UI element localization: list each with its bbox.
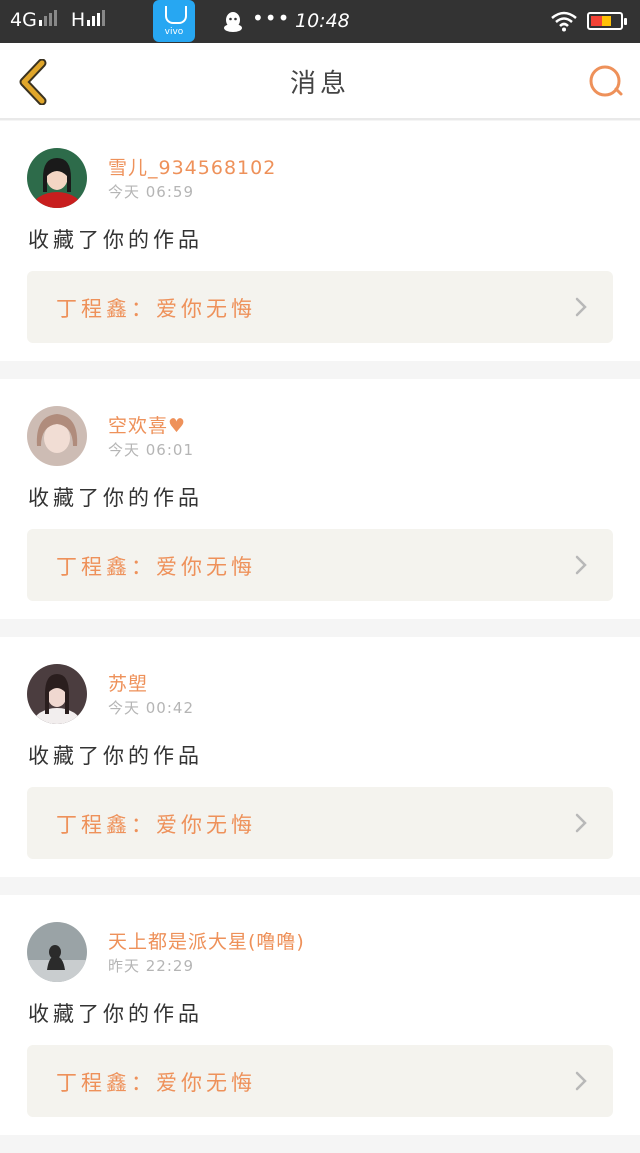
username[interactable]: 天上都是派大星(噜噜)	[108, 927, 305, 954]
action-text: 收藏了你的作品	[28, 1002, 203, 1026]
clock: 10:48	[295, 10, 350, 32]
avatar[interactable]	[27, 406, 87, 466]
work-title: 丁程鑫：爱你无悔	[56, 555, 256, 579]
message-time: 昨天 22:29	[108, 957, 194, 975]
work-title: 丁程鑫：爱你无悔	[56, 1071, 256, 1095]
network-h-label: H	[70, 9, 86, 31]
message-time: 今天 00:42	[108, 699, 194, 717]
network-4g-label: 4G	[10, 9, 37, 31]
qq-penguin-icon	[224, 12, 242, 32]
username[interactable]: 雪儿_934568102	[108, 153, 276, 180]
message-card: 空欢喜♥ 今天 06:01 收藏了你的作品 丁程鑫：爱你无悔	[0, 379, 640, 619]
app-store-label: vivo	[164, 27, 184, 37]
work-title: 丁程鑫：爱你无悔	[56, 813, 256, 837]
work-link[interactable]: 丁程鑫：爱你无悔	[27, 1045, 613, 1117]
message-list: 雪儿_934568102 今天 06:59 收藏了你的作品 丁程鑫：爱你无悔 空…	[0, 121, 640, 1153]
status-bar: 4G H vivo ••• 10:48	[0, 0, 640, 43]
page-title: 消息	[289, 69, 350, 99]
work-link[interactable]: 丁程鑫：爱你无悔	[27, 271, 613, 343]
signal-bars-icon	[85, 9, 106, 31]
app-store-icon: vivo	[153, 0, 195, 42]
chevron-right-icon	[575, 813, 587, 833]
more-notifications-icon: •••	[252, 6, 291, 30]
username[interactable]: 苏塱	[108, 669, 148, 696]
action-text: 收藏了你的作品	[28, 228, 203, 252]
work-link[interactable]: 丁程鑫：爱你无悔	[27, 529, 613, 601]
avatar[interactable]	[27, 922, 87, 982]
username[interactable]: 空欢喜♥	[108, 411, 186, 438]
avatar[interactable]	[27, 148, 87, 208]
avatar[interactable]	[27, 664, 87, 724]
work-title: 丁程鑫：爱你无悔	[56, 297, 256, 321]
message-card: 雪儿_934568102 今天 06:59 收藏了你的作品 丁程鑫：爱你无悔	[0, 121, 640, 361]
message-time: 今天 06:01	[108, 441, 194, 459]
chevron-right-icon	[575, 297, 587, 317]
chevron-right-icon	[575, 555, 587, 575]
signal-bars-icon	[37, 9, 57, 31]
action-text: 收藏了你的作品	[28, 744, 203, 768]
battery-icon	[587, 12, 627, 30]
message-card: 苏塱 今天 00:42 收藏了你的作品 丁程鑫：爱你无悔	[0, 637, 640, 877]
chevron-right-icon	[575, 1071, 587, 1091]
message-time: 今天 06:59	[108, 183, 194, 201]
work-link[interactable]: 丁程鑫：爱你无悔	[27, 787, 613, 859]
wifi-icon	[551, 11, 577, 32]
search-button[interactable]	[587, 63, 625, 101]
signal-indicator: 4G H	[10, 9, 106, 31]
action-text: 收藏了你的作品	[28, 486, 203, 510]
message-card: 天上都是派大星(噜噜) 昨天 22:29 收藏了你的作品 丁程鑫：爱你无悔	[0, 895, 640, 1135]
app-header: 消息	[0, 43, 640, 120]
